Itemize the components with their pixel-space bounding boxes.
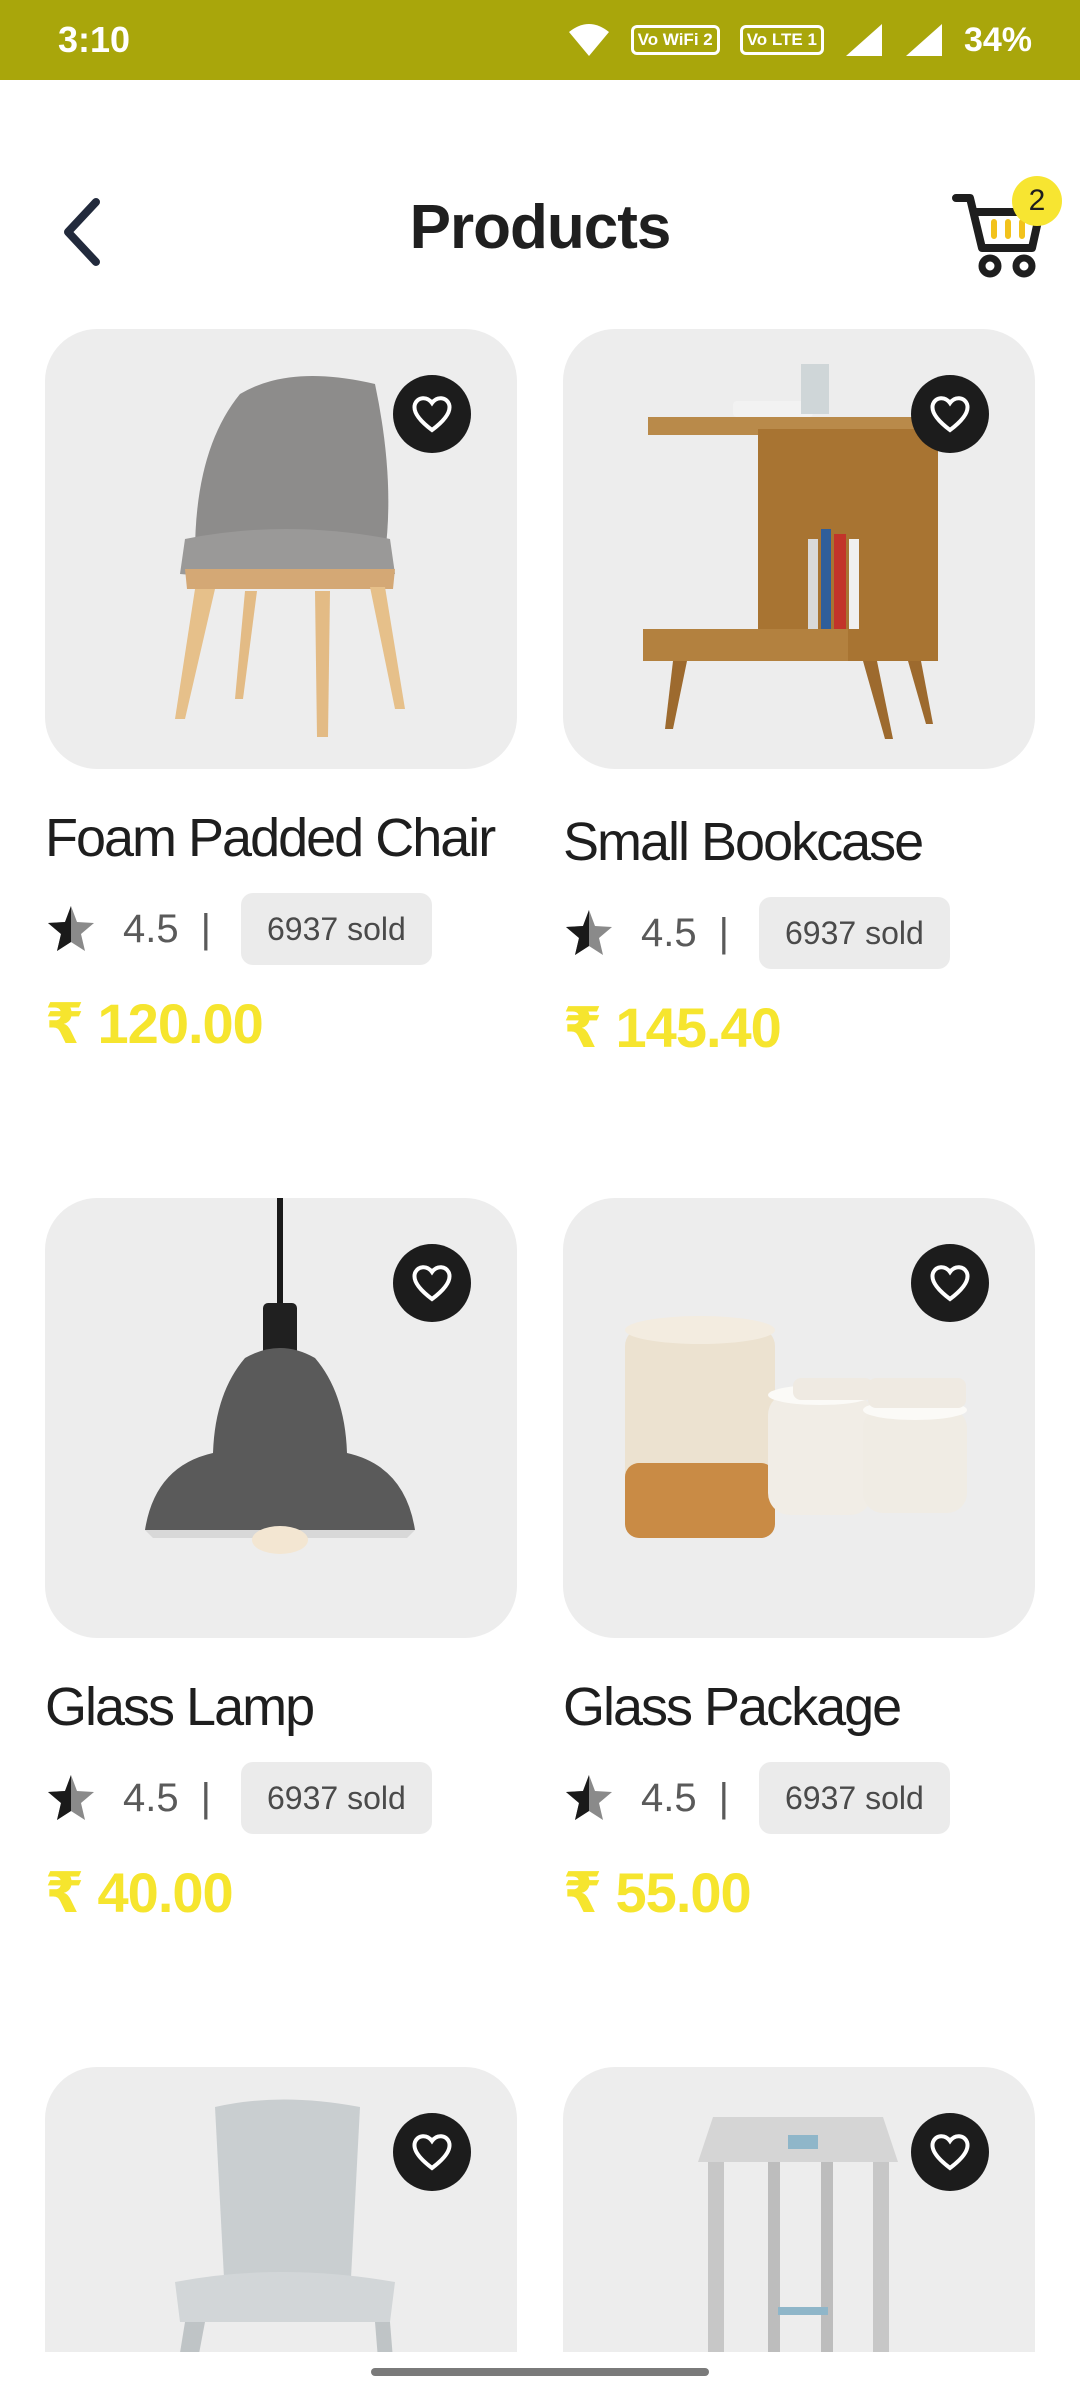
favorite-button[interactable] [911, 375, 989, 453]
product-image[interactable] [563, 329, 1035, 769]
separator: | [200, 906, 211, 951]
heart-icon [930, 396, 970, 433]
product-image[interactable] [45, 1198, 517, 1638]
star-half-icon [566, 1775, 612, 1820]
product-name[interactable]: Small Bookcase [563, 811, 1035, 873]
product-card[interactable]: Glass Package 4.5 | 6937 sold ₹ 55.00 [563, 1198, 1035, 1926]
rating-row: 4.5 | 6937 sold [45, 893, 517, 965]
heart-icon [930, 2134, 970, 2171]
favorite-button[interactable] [393, 1244, 471, 1322]
favorite-button[interactable] [911, 2113, 989, 2191]
separator: | [718, 910, 729, 955]
favorite-button[interactable] [911, 1244, 989, 1322]
gesture-navigation-bar[interactable] [371, 2368, 709, 2376]
heart-icon [412, 1265, 452, 1302]
product-name[interactable]: Foam Padded Chair [45, 807, 517, 869]
product-card[interactable]: Glass Lamp 4.5 | 6937 sold ₹ 40.00 [45, 1198, 517, 1926]
separator: | [718, 1775, 729, 1820]
heart-icon [930, 1265, 970, 1302]
favorite-button[interactable] [393, 375, 471, 453]
product-price: ₹ 120.00 [45, 992, 264, 1055]
star-half-icon [566, 910, 612, 955]
product-price: ₹ 145.40 [563, 996, 782, 1059]
star-half-icon [48, 1775, 94, 1820]
product-image[interactable] [45, 2067, 517, 2352]
rating-row: 4.5 | 6937 sold [563, 1762, 1035, 1834]
rating-value: 4.5 [123, 906, 179, 951]
rating-row: 4.5 | 6937 sold [563, 897, 1035, 969]
rating-row: 4.5 | 6937 sold [45, 1762, 517, 1834]
sold-count-badge: 6937 sold [241, 1762, 432, 1834]
plastic-chair-image [175, 2099, 395, 2352]
heart-icon [412, 396, 452, 433]
heart-icon [412, 2134, 452, 2171]
product-card[interactable]: Small Bookcase 4.5 | 6937 sold ₹ 145.40 [563, 329, 1035, 1061]
rating-value: 4.5 [641, 910, 697, 955]
star-half-icon [48, 906, 94, 951]
product-name[interactable]: Glass Package [563, 1676, 1035, 1738]
product-price: ₹ 40.00 [45, 1861, 234, 1924]
product-card[interactable]: Foam Padded Chair 4.5 | 6937 sold ₹ 120.… [45, 329, 517, 1057]
separator: | [200, 1775, 211, 1820]
product-card[interactable] [563, 2067, 1035, 2352]
product-price: ₹ 55.00 [563, 1861, 752, 1924]
sold-count-badge: 6937 sold [759, 897, 950, 969]
sold-count-badge: 6937 sold [241, 893, 432, 965]
sold-count-badge: 6937 sold [759, 1762, 950, 1834]
products-grid: Foam Padded Chair 4.5 | 6937 sold ₹ 120.… [0, 0, 1080, 2352]
product-card[interactable] [45, 2067, 517, 2352]
product-name[interactable]: Glass Lamp [45, 1676, 517, 1738]
rating-value: 4.5 [641, 1775, 697, 1820]
rating-value: 4.5 [123, 1775, 179, 1820]
product-image[interactable] [563, 1198, 1035, 1638]
product-image[interactable] [45, 329, 517, 769]
product-image[interactable] [563, 2067, 1035, 2352]
stool-image [698, 2117, 898, 2352]
favorite-button[interactable] [393, 2113, 471, 2191]
